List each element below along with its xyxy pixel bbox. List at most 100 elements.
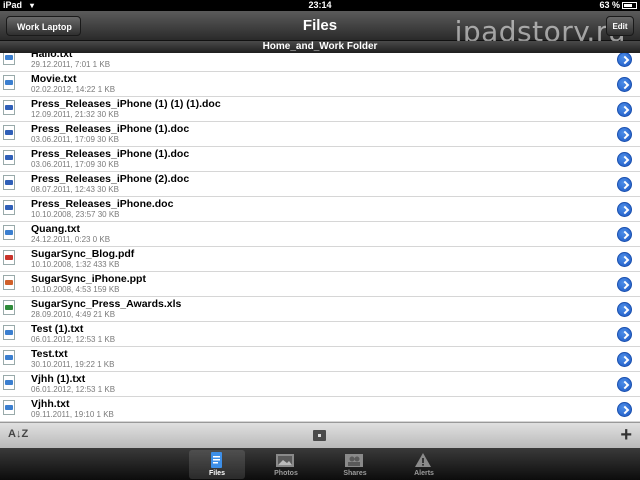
file-meta: 06.01.2012, 12:53 1 KB	[31, 335, 116, 344]
file-name: Quang.txt	[31, 223, 80, 235]
txt-file-icon	[3, 400, 15, 415]
disclosure-icon[interactable]	[617, 102, 632, 117]
tab-files[interactable]: Files	[189, 450, 245, 479]
file-name: Press_Releases_iPhone (1) (1) (1).doc	[31, 98, 221, 110]
disclosure-icon[interactable]	[617, 352, 632, 367]
disclosure-icon[interactable]	[617, 402, 632, 417]
file-row[interactable]: Press_Releases_iPhone (2).doc 08.07.2011,…	[0, 172, 640, 197]
file-meta: 08.07.2011, 12:43 30 KB	[31, 185, 119, 194]
file-meta: 03.06.2011, 17:09 30 KB	[31, 160, 119, 169]
file-row[interactable]: Press_Releases_iPhone (1).doc 03.06.2011,…	[0, 147, 640, 172]
tab-label: Shares	[343, 470, 367, 477]
new-folder-icon[interactable]	[313, 430, 326, 441]
file-meta: 30.10.2011, 19:22 1 KB	[31, 360, 115, 369]
file-name: Press_Releases_iPhone.doc	[31, 198, 174, 210]
file-meta: 12.09.2011, 21:32 30 KB	[31, 110, 119, 119]
file-row[interactable]: Press_Releases_iPhone (1).doc 03.06.2011,…	[0, 122, 640, 147]
file-row[interactable]: Vjhh (1).txt 06.01.2012, 12:53 1 KB	[0, 372, 640, 397]
txt-file-icon	[3, 225, 15, 240]
tab-alerts[interactable]: Alerts	[396, 450, 452, 479]
file-name: Vjhh.txt	[31, 398, 70, 410]
battery-icon	[622, 2, 637, 9]
file-row[interactable]: Movie.txt 02.02.2012, 14:22 1 KB	[0, 72, 640, 97]
file-meta: 09.11.2011, 19:10 1 KB	[31, 410, 114, 419]
file-row[interactable]: Test.txt 30.10.2011, 19:22 1 KB	[0, 347, 640, 372]
txt-file-icon	[3, 75, 15, 90]
file-row[interactable]: Vjhh.txt 09.11.2011, 19:10 1 KB	[0, 397, 640, 422]
page-title: Files	[302, 17, 338, 34]
tab-label: Photos	[274, 470, 298, 477]
file-row[interactable]: SugarSync_Blog.pdf 10.10.2008, 1:32 433 K…	[0, 247, 640, 272]
txt-file-icon	[3, 375, 15, 390]
file-name: Press_Releases_iPhone (1).doc	[31, 123, 190, 135]
txt-file-icon	[3, 350, 15, 365]
ppt-file-icon	[3, 275, 15, 290]
disclosure-icon[interactable]	[617, 177, 632, 192]
status-bar: iPad ▾ 23:14 63 %	[0, 0, 640, 11]
file-meta: 06.01.2012, 12:53 1 KB	[31, 385, 116, 394]
file-row[interactable]: Press_Releases_iPhone.doc 10.10.2008, 23:…	[0, 197, 640, 222]
battery-percent: 63 %	[599, 0, 620, 10]
xls-file-icon	[3, 300, 15, 315]
file-name: Hallo.txt	[31, 53, 73, 60]
file-row[interactable]: Test (1).txt 06.01.2012, 12:53 1 KB	[0, 322, 640, 347]
file-name: SugarSync_iPhone.ppt	[31, 273, 146, 285]
document-icon	[207, 452, 225, 468]
doc-file-icon	[3, 150, 15, 165]
disclosure-icon[interactable]	[617, 327, 632, 342]
file-meta: 10.10.2008, 4:53 159 KB	[31, 285, 120, 294]
add-button[interactable]: +	[620, 424, 632, 447]
file-name: Test.txt	[31, 348, 68, 360]
file-row[interactable]: Quang.txt 24.12.2011, 0:23 0 KB	[0, 222, 640, 247]
navigation-bar: Work Laptop Files ipadstory.ru Edit	[0, 11, 640, 48]
disclosure-icon[interactable]	[617, 77, 632, 92]
tab-label: Files	[209, 470, 225, 477]
disclosure-icon[interactable]	[617, 252, 632, 267]
file-meta: 28.09.2010, 4:49 21 KB	[31, 310, 116, 319]
file-meta: 10.10.2008, 1:32 433 KB	[31, 260, 120, 269]
clock: 23:14	[308, 0, 332, 10]
disclosure-icon[interactable]	[617, 377, 632, 392]
file-name: Vjhh (1).txt	[31, 373, 86, 385]
shares-icon	[345, 452, 363, 468]
file-name: Press_Releases_iPhone (2).doc	[31, 173, 190, 185]
tab-bar: Files Photos Shares Alerts	[0, 448, 640, 480]
file-name: Test (1).txt	[31, 323, 84, 335]
file-name: SugarSync_Blog.pdf	[31, 248, 135, 260]
doc-file-icon	[3, 125, 15, 140]
disclosure-icon[interactable]	[617, 302, 632, 317]
file-name: Movie.txt	[31, 73, 77, 85]
folder-header: Home_and_Work Folder	[0, 41, 640, 53]
file-name: SugarSync_Press_Awards.xls	[31, 298, 182, 310]
sort-button[interactable]: A↓Z	[8, 428, 28, 440]
pdf-file-icon	[3, 250, 15, 265]
file-meta: 29.12.2011, 7:01 1 KB	[31, 60, 111, 69]
file-row[interactable]: SugarSync_Press_Awards.xls 28.09.2010, 4:…	[0, 297, 640, 322]
file-list[interactable]: Hallo.txt 29.12.2011, 7:01 1 KB Movie.txt 0…	[0, 53, 640, 422]
disclosure-icon[interactable]	[617, 202, 632, 217]
tab-photos[interactable]: Photos	[258, 450, 314, 479]
bottom-toolbar: A↓Z +	[0, 422, 640, 448]
tab-label: Alerts	[414, 470, 434, 477]
file-meta: 02.02.2012, 14:22 1 KB	[31, 85, 116, 94]
disclosure-icon[interactable]	[617, 277, 632, 292]
doc-file-icon	[3, 200, 15, 215]
photo-icon	[276, 452, 294, 468]
doc-file-icon	[3, 175, 15, 190]
file-meta: 10.10.2008, 23:57 30 KB	[31, 210, 120, 219]
tab-shares[interactable]: Shares	[327, 450, 383, 479]
txt-file-icon	[3, 325, 15, 340]
disclosure-icon[interactable]	[617, 127, 632, 142]
disclosure-icon[interactable]	[617, 152, 632, 167]
doc-file-icon	[3, 100, 15, 115]
file-row[interactable]: Hallo.txt 29.12.2011, 7:01 1 KB	[0, 53, 640, 72]
edit-button[interactable]: Edit	[606, 16, 634, 36]
file-meta: 03.06.2011, 17:09 30 KB	[31, 135, 119, 144]
alert-icon	[414, 452, 432, 468]
file-row[interactable]: SugarSync_iPhone.ppt 10.10.2008, 4:53 159…	[0, 272, 640, 297]
file-row[interactable]: Press_Releases_iPhone (1) (1) (1).doc 12.…	[0, 97, 640, 122]
disclosure-icon[interactable]	[617, 227, 632, 242]
disclosure-icon[interactable]	[617, 53, 632, 67]
file-name: Press_Releases_iPhone (1).doc	[31, 148, 190, 160]
txt-file-icon	[3, 53, 15, 65]
